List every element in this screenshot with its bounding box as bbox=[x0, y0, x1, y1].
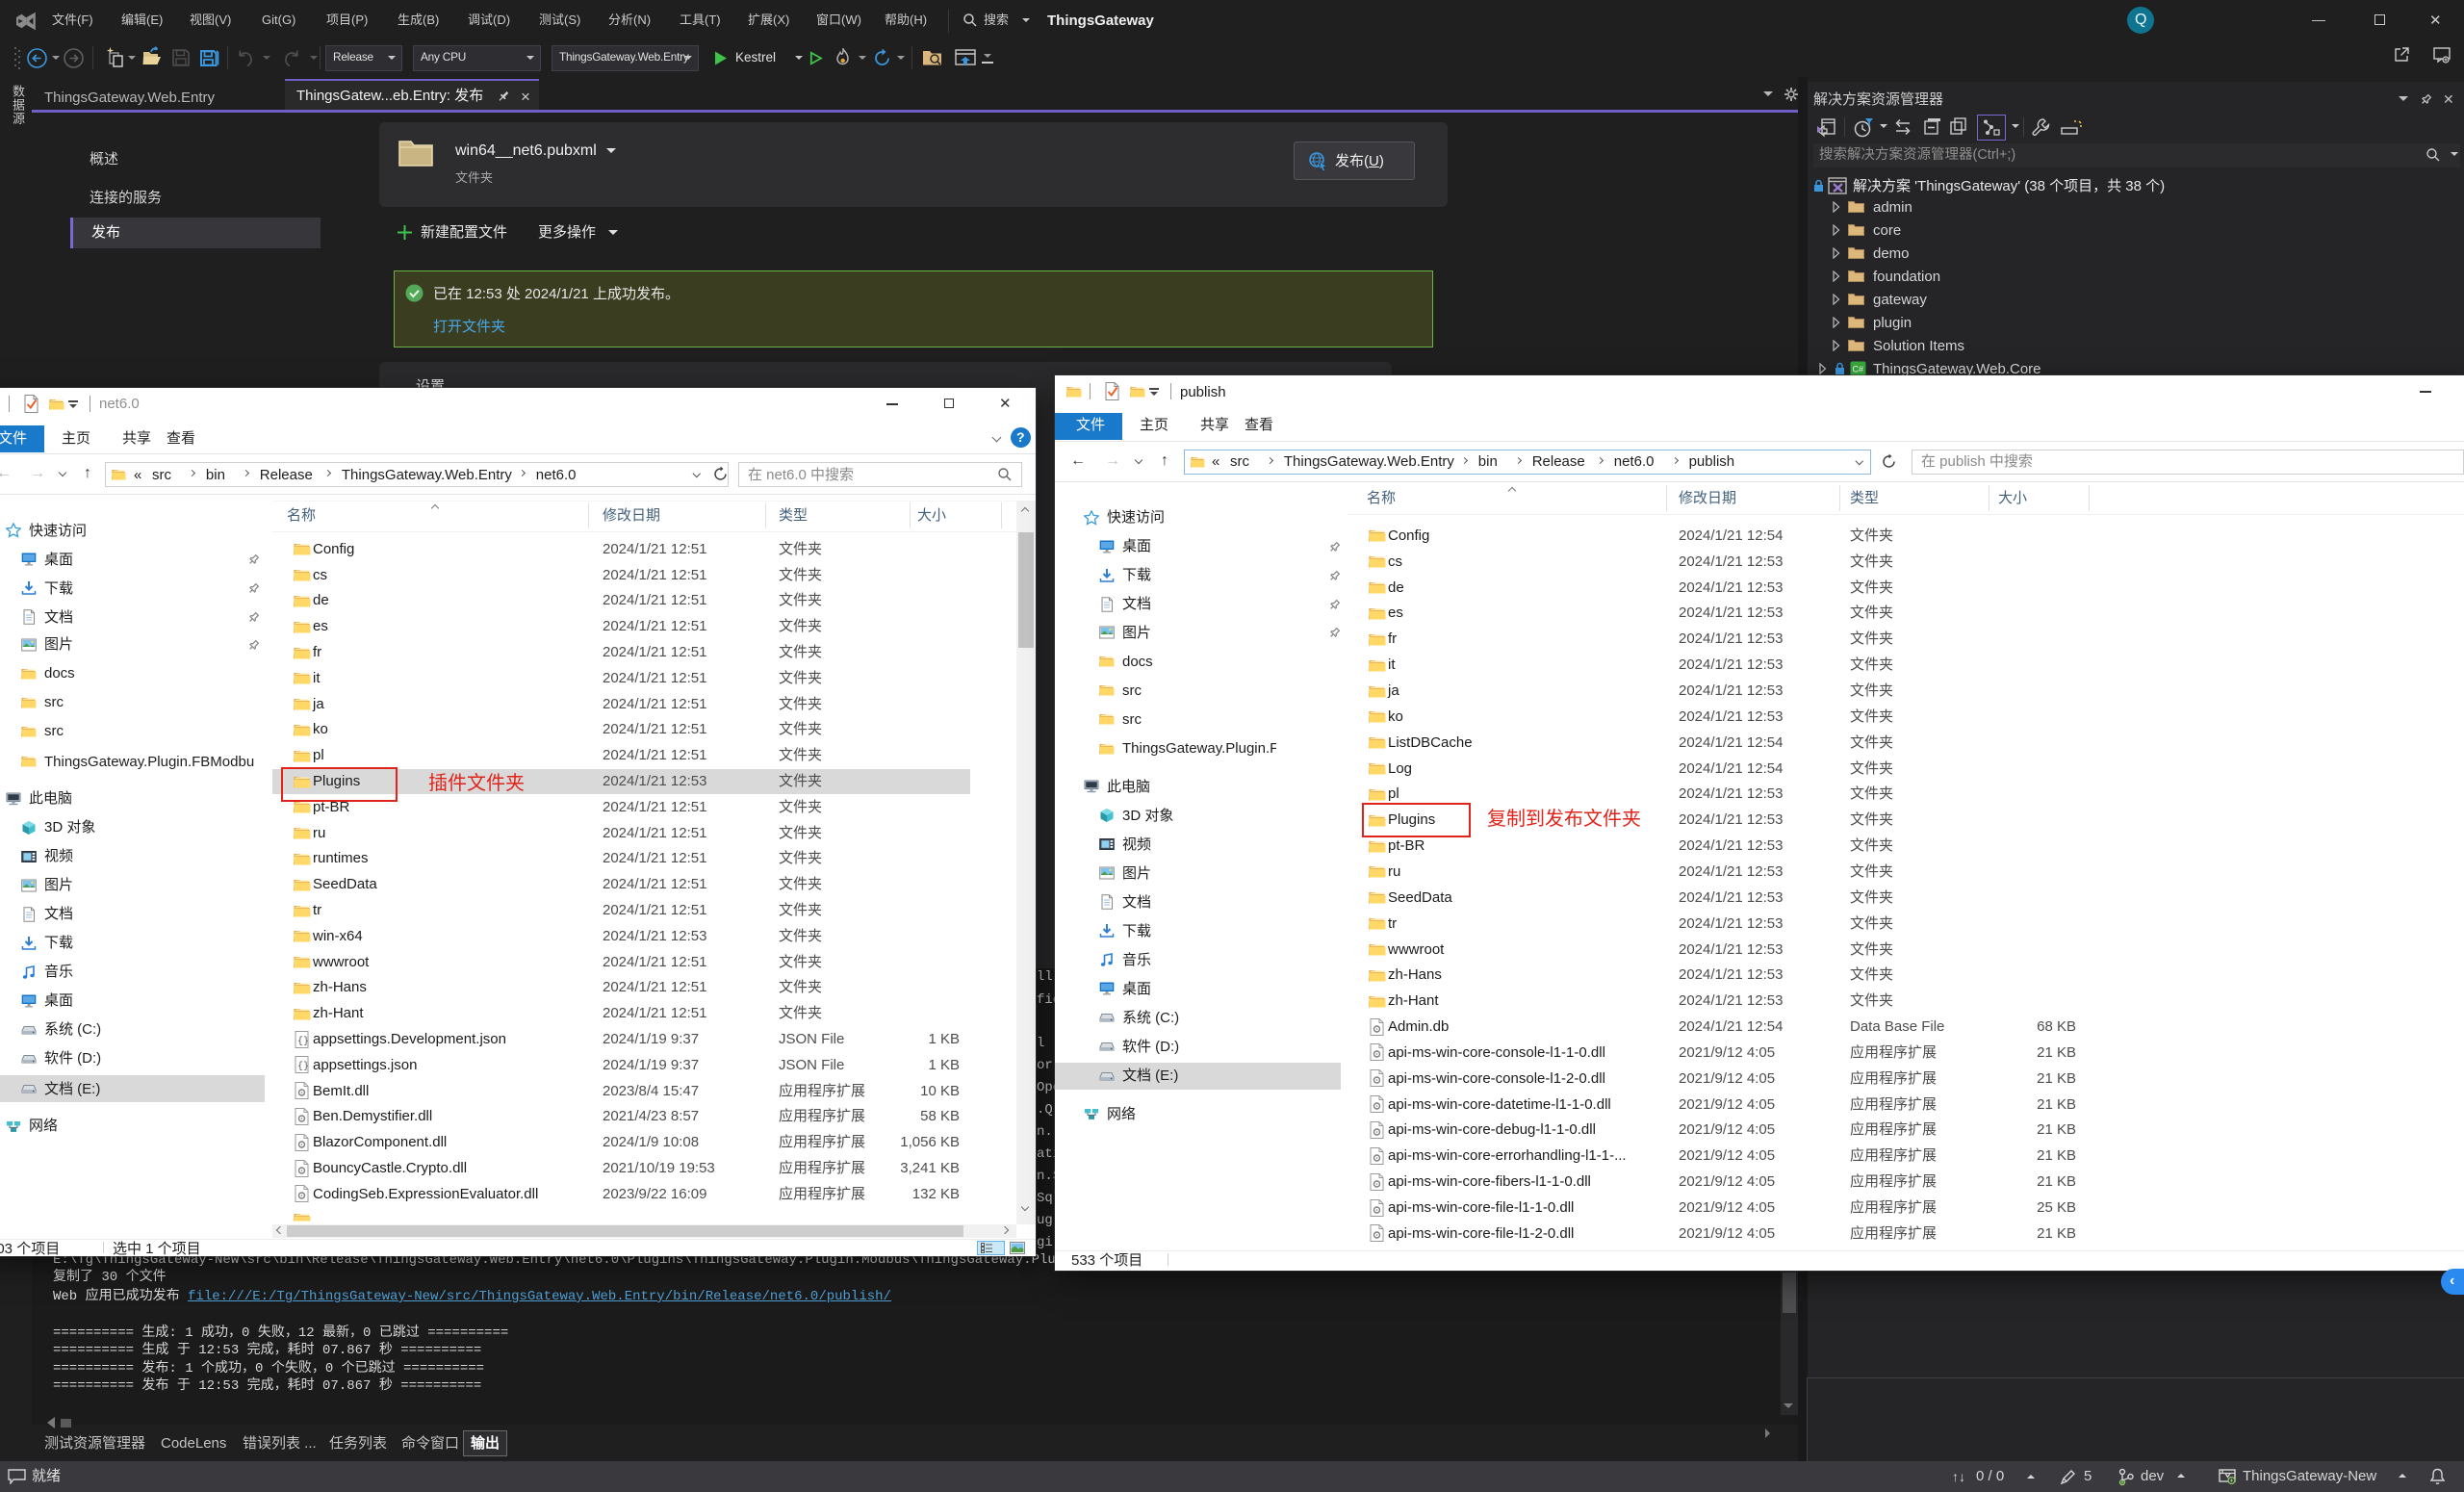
svg-text:{}: {} bbox=[297, 1061, 309, 1072]
svg-text:C#: C# bbox=[1853, 365, 1864, 374]
svg-text:{}: {} bbox=[297, 1036, 309, 1047]
